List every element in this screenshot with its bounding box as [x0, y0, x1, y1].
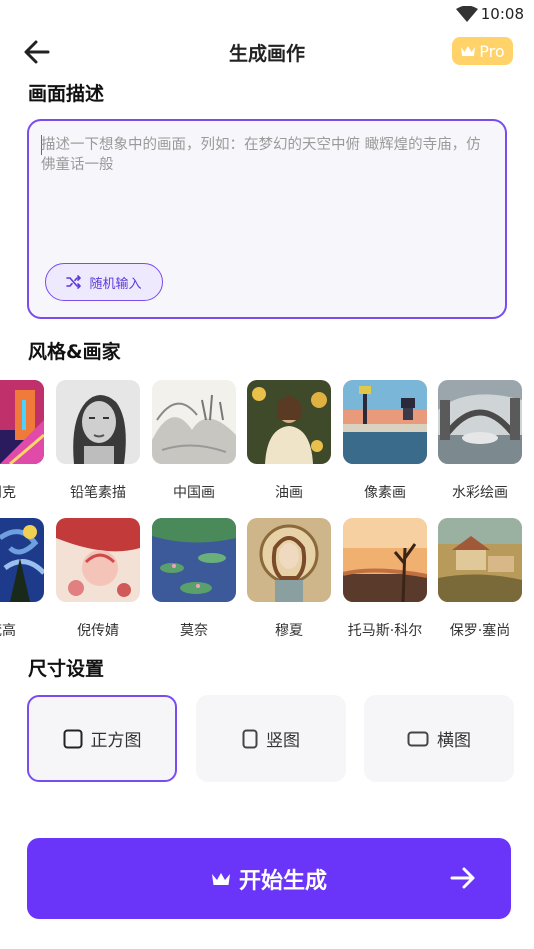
style-thumbnail — [152, 518, 236, 602]
style-thumbnail — [56, 380, 140, 464]
styles-section-title: 风格&画家 — [28, 341, 121, 363]
size-option-landscape[interactable]: 横图 — [364, 695, 514, 782]
style-item-punk[interactable]: 朋克 — [0, 380, 44, 501]
square-shape-icon — [63, 729, 82, 748]
arrow-right-icon — [450, 867, 475, 889]
van-gogh-thumbnail-image — [0, 518, 44, 602]
status-time: 10:08 — [480, 5, 524, 23]
size-option-square[interactable]: 正方图 — [27, 695, 177, 782]
style-row-2: 梵高 倪传婧 莫奈 — [0, 518, 534, 648]
style-thumbnail — [0, 380, 44, 464]
description-section-title: 画面描述 — [28, 83, 105, 105]
style-item-chinese-painting[interactable]: 中国画 — [152, 380, 236, 501]
style-thumbnail — [438, 380, 522, 464]
pro-label: Pro — [479, 41, 505, 61]
pro-badge[interactable]: Pro — [452, 37, 513, 65]
size-option-label: 正方图 — [90, 731, 142, 751]
oil-painting-thumbnail-image — [247, 380, 331, 464]
style-item-monet[interactable]: 莫奈 — [152, 518, 236, 639]
wifi-icon — [456, 6, 478, 22]
style-item-thomas-cole[interactable]: 托马斯·科尔 — [343, 518, 427, 639]
landscape-shape-icon — [407, 731, 429, 746]
style-thumbnail — [56, 518, 140, 602]
style-row-1: 朋克 铅笔素描 中国画 — [0, 380, 534, 510]
style-thumbnail — [152, 380, 236, 464]
chinese-painting-thumbnail-image — [152, 380, 236, 464]
style-item-mucha[interactable]: 穆夏 — [247, 518, 331, 639]
header: 生成画作 Pro — [0, 32, 534, 72]
crown-icon — [461, 46, 476, 56]
punk-thumbnail-image — [0, 380, 44, 464]
style-thumbnail — [247, 518, 331, 602]
pencil-sketch-thumbnail-image — [56, 380, 140, 464]
style-item-pixel-art[interactable]: 像素画 — [343, 380, 427, 501]
status-bar: 10:08 — [0, 0, 534, 30]
random-input-label: 随机输入 — [89, 276, 142, 292]
mucha-thumbnail-image — [247, 518, 331, 602]
size-option-label: 竖图 — [266, 731, 300, 751]
style-label: 水彩绘画 — [452, 485, 508, 501]
style-label: 保罗·塞尚 — [449, 623, 511, 639]
style-item-paul-cezanne[interactable]: 保罗·塞尚 — [438, 518, 522, 639]
style-item-ni-chuanjing[interactable]: 倪传婧 — [56, 518, 140, 639]
style-item-watercolor[interactable]: 水彩绘画 — [438, 380, 522, 501]
watercolor-thumbnail-image — [438, 380, 522, 464]
ni-chuanjing-thumbnail-image — [56, 518, 140, 602]
style-item-pencil-sketch[interactable]: 铅笔素描 — [56, 380, 140, 501]
style-thumbnail — [438, 518, 522, 602]
pixel-art-thumbnail-image — [343, 380, 427, 464]
style-thumbnail — [247, 380, 331, 464]
size-option-portrait[interactable]: 竖图 — [196, 695, 346, 782]
crown-icon — [211, 872, 230, 885]
size-option-label: 横图 — [437, 731, 471, 751]
random-input-button[interactable]: 随机输入 — [45, 263, 163, 301]
description-placeholder: 描述一下想象中的画面，列如：在梦幻的天空中俯 瞰辉煌的寺庙，仿佛童话一般 — [41, 137, 481, 173]
style-item-van-gogh[interactable]: 梵高 — [0, 518, 44, 639]
style-thumbnail — [343, 380, 427, 464]
shuffle-icon — [66, 275, 82, 289]
style-item-oil-painting[interactable]: 油画 — [247, 380, 331, 501]
description-input[interactable]: 描述一下想象中的画面，列如：在梦幻的天空中俯 瞰辉煌的寺庙，仿佛童话一般 随机输… — [27, 119, 507, 319]
start-button-label: 开始生成 — [238, 868, 327, 894]
paul-cezanne-thumbnail-image — [438, 518, 522, 602]
start-generate-button[interactable]: 开始生成 — [27, 838, 511, 919]
style-thumbnail — [0, 518, 44, 602]
portrait-shape-icon — [242, 729, 258, 748]
size-section-title: 尺寸设置 — [28, 658, 105, 680]
thomas-cole-thumbnail-image — [343, 518, 427, 602]
start-button-content: 开始生成 — [27, 838, 511, 919]
style-thumbnail — [343, 518, 427, 602]
monet-thumbnail-image — [152, 518, 236, 602]
